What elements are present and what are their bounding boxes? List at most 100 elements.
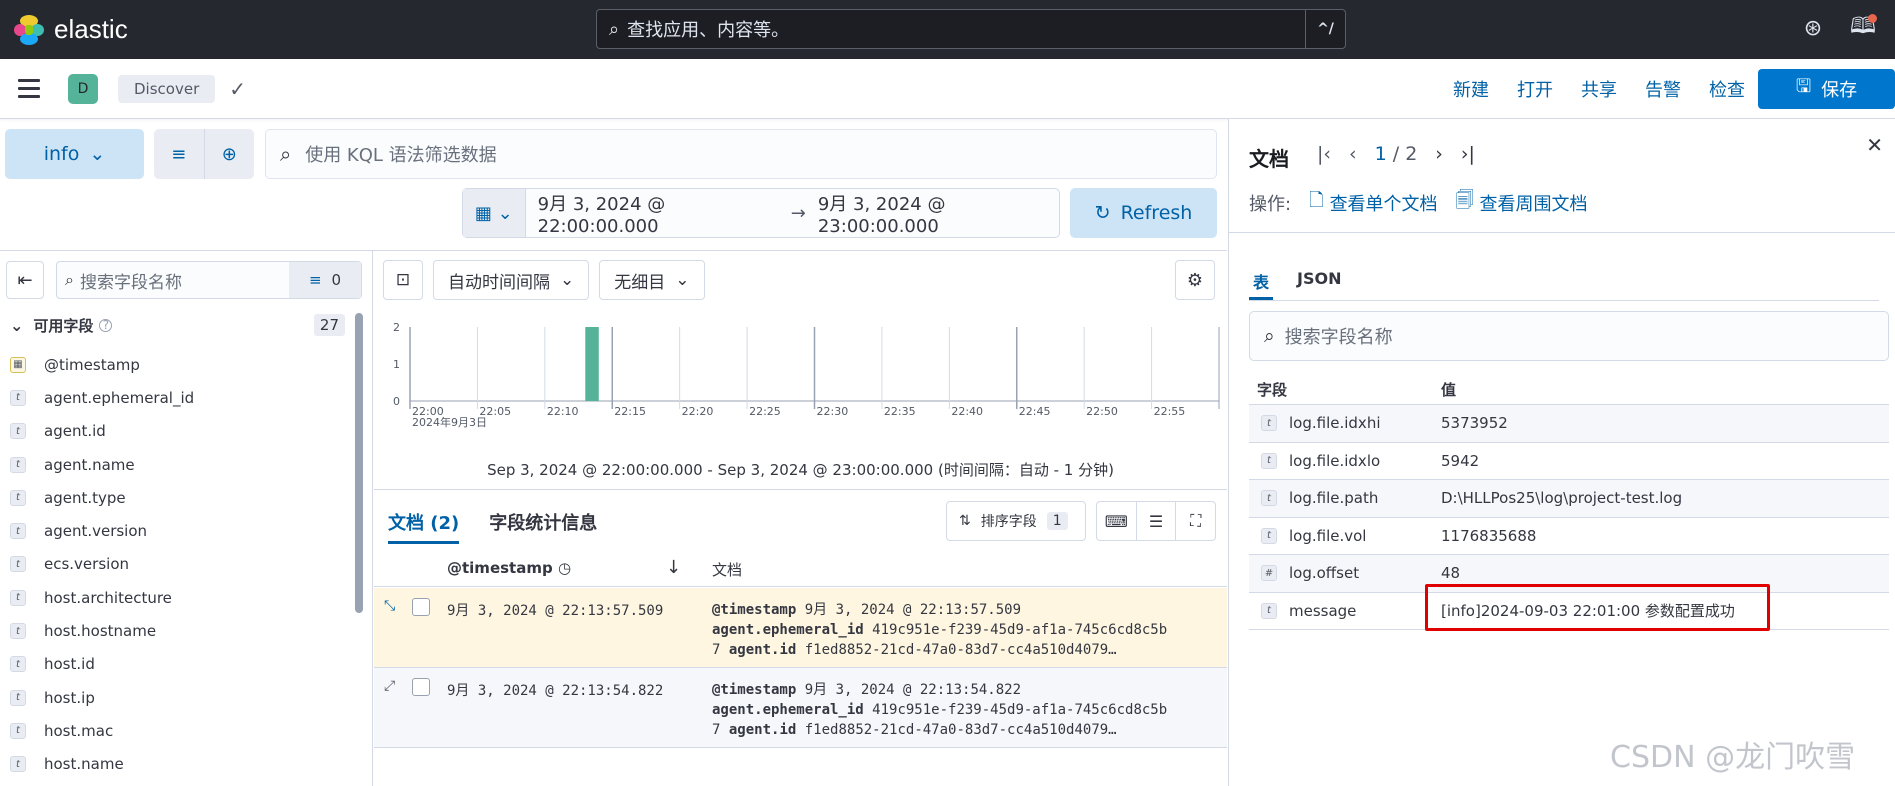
text-type-icon: t <box>10 756 26 773</box>
alerts-link[interactable]: 告警 <box>1645 76 1681 102</box>
toggle-chart-icon[interactable]: ⊡ <box>383 260 423 300</box>
breadcrumb-discover[interactable]: Discover <box>118 74 216 103</box>
last-page-icon[interactable]: ›| <box>1461 143 1475 165</box>
doc-field-row[interactable]: t log.file.idxlo 5942 <box>1249 443 1889 480</box>
column-document[interactable]: 文档 <box>712 559 742 580</box>
field-list-item[interactable]: ▦ @timestamp <box>10 348 350 381</box>
interval-label: 自动时间间隔 <box>448 272 550 293</box>
page-total: 2 <box>1405 143 1418 165</box>
field-list-item[interactable]: t agent.ephemeral_id <box>10 381 350 414</box>
field-list-item[interactable]: t agent.name <box>10 448 350 481</box>
help-icon[interactable]: ⊛ <box>1799 14 1827 42</box>
text-type-icon: t <box>1261 415 1277 432</box>
tab-field-statistics[interactable]: 字段统计信息 <box>489 509 597 544</box>
breakdown-select[interactable]: 无细目 ⌄ <box>599 260 705 300</box>
add-filter-icon[interactable]: ⊕ <box>203 129 255 179</box>
field-search-input[interactable]: ⌕ 搜索字段名称 ≡ 0 <box>56 261 362 299</box>
news-feed-icon[interactable]: 🕮 <box>1849 14 1877 42</box>
data-view-picker[interactable]: info ⌄ <box>5 129 144 179</box>
row-checkbox[interactable] <box>412 598 430 616</box>
field-list-item[interactable]: t host.id <box>10 648 350 681</box>
keyboard-icon[interactable]: ⌨ <box>1097 502 1136 540</box>
sort-desc-icon[interactable]: ↓ <box>666 557 681 578</box>
next-page-icon[interactable]: › <box>1435 143 1443 165</box>
first-page-icon[interactable]: |‹ <box>1317 143 1331 165</box>
kql-placeholder: 使用 KQL 语法筛选数据 <box>305 145 497 166</box>
chart-caption: Sep 3, 2024 @ 22:00:00.000 - Sep 3, 2024… <box>487 461 1114 479</box>
field-name: agent.id <box>44 422 106 441</box>
x-tick-label: 22:50 <box>1086 405 1118 418</box>
doc-field-name: log.file.path <box>1289 489 1379 508</box>
kql-search-input[interactable]: ⌕ 使用 KQL 语法筛选数据 <box>265 129 1217 179</box>
field-filter-button[interactable]: ≡ 0 <box>289 262 361 298</box>
fullscreen-icon[interactable]: ⛶ <box>1175 502 1215 540</box>
check-icon: ✓ <box>229 76 246 101</box>
available-fields-title: 可用字段 <box>33 316 94 335</box>
field-list-item[interactable]: t host.hostname <box>10 614 350 647</box>
inspect-link[interactable]: 检查 <box>1709 76 1745 102</box>
expand-row-icon[interactable]: ⤢ <box>384 678 395 694</box>
text-type-icon: t <box>10 589 26 606</box>
field-list-item[interactable]: t host.mac <box>10 714 350 747</box>
doc-field-row[interactable]: t log.file.path D:\HLLPos25\log\project-te… <box>1249 480 1889 518</box>
x-tick-label: 22:25 <box>749 405 781 418</box>
text-type-icon: t <box>1261 527 1277 544</box>
tab-json[interactable]: JSON <box>1293 269 1345 300</box>
doc-field-search-placeholder: 搜索字段名称 <box>1284 327 1393 348</box>
global-search-input[interactable]: ⌕ 查找应用、内容等。 ^/ <box>596 9 1346 49</box>
start-date[interactable]: 9月 3, 2024 @ 22:00:00.000 <box>538 190 779 237</box>
field-list-item[interactable]: t agent.type <box>10 481 350 514</box>
field-list-item[interactable]: t host.ip <box>10 681 350 714</box>
display-settings-icon[interactable]: ☰ <box>1135 502 1176 540</box>
sidebar-scrollbar[interactable] <box>355 313 363 613</box>
tab-table[interactable]: 表 <box>1249 269 1274 300</box>
table-row[interactable]: ⤢ 9月 3, 2024 @ 22:13:54.822 @timestamp 9… <box>374 668 1227 748</box>
refresh-button[interactable]: ↻ Refresh <box>1070 188 1217 238</box>
field-list-item[interactable]: t host.architecture <box>10 581 350 614</box>
doc-field-value: 5942 <box>1441 451 1480 470</box>
row-checkbox[interactable] <box>412 678 430 696</box>
doc-field-row[interactable]: t log.file.idxhi 5373952 <box>1249 405 1889 443</box>
field-list-item[interactable]: t ecs.version <box>10 548 350 581</box>
field-list-item[interactable]: t host.name <box>10 748 350 781</box>
field-list-item[interactable]: t agent.id <box>10 415 350 448</box>
available-fields-count: 27 <box>313 314 345 336</box>
space-avatar[interactable]: D <box>68 73 98 104</box>
text-type-icon: t <box>10 722 26 739</box>
text-type-icon: t <box>10 389 26 406</box>
doc-field-row[interactable]: t log.file.vol 1176835688 <box>1249 518 1889 555</box>
save-button[interactable]: 🖫 保存 <box>1758 69 1895 109</box>
tab-documents[interactable]: 文档 (2) <box>388 509 460 544</box>
open-link[interactable]: 打开 <box>1517 76 1553 102</box>
view-single-document-link[interactable]: 🗋 查看单个文档 <box>1309 188 1437 218</box>
interval-select[interactable]: 自动时间间隔 ⌄ <box>433 260 590 300</box>
x-sublabel: 2024年9月3日 <box>412 415 487 429</box>
date-range-picker[interactable]: ▦ ⌄ 9月 3, 2024 @ 22:00:00.000 → 9月 3, 20… <box>462 188 1060 238</box>
filter-menu-icon[interactable]: ≡ <box>154 129 204 179</box>
collapse-sidebar-icon[interactable]: ⇤ <box>6 261 44 299</box>
calendar-icon[interactable]: ▦ ⌄ <box>463 189 526 237</box>
arrow-right-icon: → <box>790 202 806 224</box>
doc-field-search-input[interactable]: ⌕ 搜索字段名称 <box>1249 311 1889 361</box>
doc-field-name: log.offset <box>1289 564 1360 583</box>
elastic-logo[interactable]: elastic <box>14 14 128 45</box>
number-type-icon: # <box>1261 565 1277 582</box>
doc-field-name: message <box>1289 601 1357 620</box>
doc-field-name: log.file.vol <box>1289 526 1367 545</box>
view-surrounding-documents-link[interactable]: 🗐 查看周围文档 <box>1456 188 1588 218</box>
chart-options-icon[interactable]: ⚙ <box>1175 260 1215 300</box>
available-fields-header[interactable]: ⌄ 可用字段 ? 27 <box>10 313 345 337</box>
menu-icon[interactable] <box>18 79 40 98</box>
prev-page-icon[interactable]: ‹ <box>1349 143 1357 165</box>
table-row[interactable]: ⤡ 9月 3, 2024 @ 22:13:57.509 @timestamp 9… <box>374 588 1227 668</box>
share-link[interactable]: 共享 <box>1581 76 1617 102</box>
column-timestamp[interactable]: @timestamp ◷ <box>447 559 571 577</box>
highlight-box <box>1425 584 1770 631</box>
end-date[interactable]: 9月 3, 2024 @ 23:00:00.000 <box>818 190 1059 237</box>
keyboard-shortcut-badge: ^/ <box>1305 10 1345 48</box>
expand-row-icon[interactable]: ⤡ <box>384 598 395 614</box>
close-icon[interactable]: ✕ <box>1866 133 1883 157</box>
field-list-item[interactable]: t agent.version <box>10 514 350 547</box>
new-link[interactable]: 新建 <box>1453 76 1489 102</box>
sort-fields-button[interactable]: ⇅ 排序字段 1 <box>946 501 1086 541</box>
